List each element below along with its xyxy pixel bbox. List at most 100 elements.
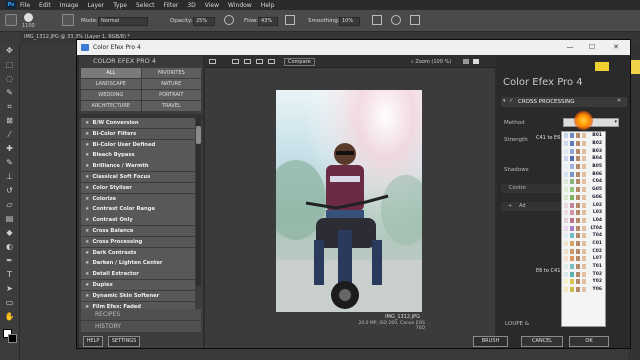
method-option[interactable]: LT04 — [562, 224, 605, 232]
method-option[interactable]: B05 — [562, 163, 605, 171]
recipes-section[interactable]: RECIPES — [81, 309, 201, 320]
preview-image[interactable] — [276, 90, 422, 312]
method-option[interactable]: C04 — [562, 178, 605, 186]
clone-stamp-tool-icon[interactable]: ⊥ — [3, 170, 17, 183]
method-option[interactable]: B03 — [562, 147, 605, 155]
method-option[interactable]: B06 — [562, 170, 605, 178]
menu-help[interactable]: Help — [261, 2, 275, 9]
method-option[interactable]: C02 — [562, 247, 605, 255]
favorite-star-icon[interactable]: ★ — [85, 196, 89, 202]
menu-window[interactable]: Window — [228, 2, 252, 9]
category-wedding[interactable]: WEDDING — [81, 90, 141, 100]
filter-item[interactable]: ★ Cross Balance — [81, 225, 195, 237]
category-all[interactable]: ALL — [81, 68, 141, 78]
pressure-opacity-icon[interactable] — [224, 15, 234, 25]
shape-tool-icon[interactable]: ▭ — [3, 296, 17, 309]
settings-button[interactable]: SETTINGS — [108, 336, 140, 347]
favorite-star-icon[interactable]: ★ — [85, 250, 89, 256]
brush-button[interactable]: BRUSH — [473, 336, 508, 347]
favorite-star-icon[interactable]: ★ — [85, 271, 89, 277]
method-option[interactable]: B04 — [562, 155, 605, 163]
compare-mode-icon[interactable] — [268, 59, 275, 64]
preview-mode-icon[interactable] — [209, 59, 216, 64]
mode-select[interactable]: Normal — [98, 17, 148, 26]
category-architecture[interactable]: ARCHITECTURE — [81, 101, 141, 111]
method-option[interactable]: B01 — [562, 132, 605, 140]
method-option[interactable]: L02 — [562, 201, 605, 209]
history-section[interactable]: HISTORY — [81, 321, 201, 332]
pen-tool-icon[interactable]: ✒ — [3, 254, 17, 267]
compare-button[interactable]: Compare — [284, 58, 315, 66]
maximize-icon[interactable]: ☐ — [582, 40, 602, 55]
filter-item[interactable]: ★ Contrast Only — [81, 215, 195, 226]
favorite-star-icon[interactable]: ★ — [85, 185, 89, 191]
filter-item[interactable]: ★ Bi-Color Filters — [81, 128, 195, 140]
category-portrait[interactable]: PORTRAIT — [141, 90, 201, 100]
favorite-star-icon[interactable]: ★ — [85, 163, 89, 169]
method-option[interactable]: L07 — [562, 255, 605, 263]
filter-item[interactable]: ★ Colorize — [81, 193, 195, 204]
brush-tool-icon[interactable]: ✎ — [3, 156, 17, 169]
menu-select[interactable]: Select — [136, 2, 155, 9]
menu-3d[interactable]: 3D — [187, 2, 195, 9]
type-tool-icon[interactable]: T — [3, 268, 17, 281]
menu-view[interactable]: View — [205, 2, 219, 9]
filter-item[interactable]: ★ Dynamic Skin Softener — [81, 290, 195, 302]
filter-list-scrollbar[interactable] — [196, 118, 201, 286]
gradient-tool-icon[interactable]: ▤ — [3, 212, 17, 225]
category-travel[interactable]: TRAVEL — [141, 101, 201, 111]
help-button[interactable]: HELP — [83, 336, 103, 347]
zoom-label[interactable]: ⌕ Zoom (100 %) — [411, 59, 451, 65]
menu-edit[interactable]: Edit — [39, 2, 51, 9]
close-icon[interactable]: ✕ — [606, 40, 626, 55]
method-option[interactable]: G05 — [562, 186, 605, 194]
favorite-star-icon[interactable]: ★ — [85, 142, 89, 148]
method-option[interactable]: L04 — [562, 217, 605, 225]
favorite-star-icon[interactable]: ★ — [85, 293, 89, 299]
category-nature[interactable]: NATURE — [141, 79, 201, 89]
collapse-arrow-icon[interactable]: ▾ — [503, 98, 506, 104]
favorite-star-icon[interactable]: ★ — [85, 260, 89, 266]
home-icon[interactable] — [5, 14, 17, 26]
filter-item[interactable]: ★ Bi-Color User Defined — [81, 139, 195, 150]
method-option[interactable]: Y02 — [562, 278, 605, 286]
favorite-star-icon[interactable]: ★ — [85, 206, 89, 212]
quick-select-tool-icon[interactable]: ✎ — [3, 86, 17, 99]
background-swatch-icon[interactable] — [463, 59, 469, 64]
move-tool-icon[interactable]: ✥ — [3, 44, 17, 57]
eyedropper-tool-icon[interactable]: ⁄ — [3, 128, 17, 141]
healing-brush-tool-icon[interactable]: ✚ — [3, 142, 17, 155]
filter-item[interactable]: ★ B/W Conversion — [81, 118, 195, 129]
brush-preview-icon[interactable] — [24, 13, 33, 22]
method-option[interactable]: L03 — [562, 209, 605, 217]
menu-layer[interactable]: Layer — [87, 2, 104, 9]
filter-item[interactable]: ★ Contrast Color Range — [81, 204, 195, 215]
crop-tool-icon[interactable]: ⌗ — [3, 100, 17, 113]
control-points-section[interactable]: Contro — [501, 184, 561, 193]
filter-item[interactable]: ★ Brilliance / Warmth — [81, 161, 195, 172]
section-header[interactable]: ▾ ✓ CROSS PROCESSING ✕ — [501, 97, 627, 107]
lasso-tool-icon[interactable]: ◌ — [3, 72, 17, 85]
side-by-side-icon[interactable] — [256, 59, 263, 64]
single-view-icon[interactable] — [232, 59, 239, 64]
favorite-star-icon[interactable]: ★ — [85, 239, 89, 245]
favorite-star-icon[interactable]: ★ — [85, 120, 89, 126]
minimize-icon[interactable]: — — [560, 40, 580, 55]
favorite-star-icon[interactable]: ★ — [85, 282, 89, 288]
loupe-section[interactable]: LOUPE & — [505, 321, 529, 327]
method-option[interactable]: B02 — [562, 140, 605, 148]
hand-tool-icon[interactable]: ✋ — [3, 310, 17, 323]
favorite-star-icon[interactable]: ★ — [85, 131, 89, 137]
scroll-thumb[interactable] — [196, 126, 201, 144]
opacity-field[interactable]: 25% — [193, 17, 215, 26]
method-option[interactable]: T04 — [562, 232, 605, 240]
section-close-icon[interactable]: ✕ — [617, 98, 621, 104]
category-landscape[interactable]: LANDSCAPE — [81, 79, 141, 89]
filter-item[interactable]: ★ Detail Extractor — [81, 269, 195, 280]
pressure-size-icon[interactable] — [391, 15, 401, 25]
favorite-star-icon[interactable]: ★ — [85, 152, 89, 158]
filter-item[interactable]: ★ Duplex — [81, 279, 195, 291]
airbrush-icon[interactable] — [285, 15, 295, 25]
method-option[interactable]: T01 — [562, 263, 605, 271]
brush-settings-icon[interactable] — [62, 14, 74, 26]
